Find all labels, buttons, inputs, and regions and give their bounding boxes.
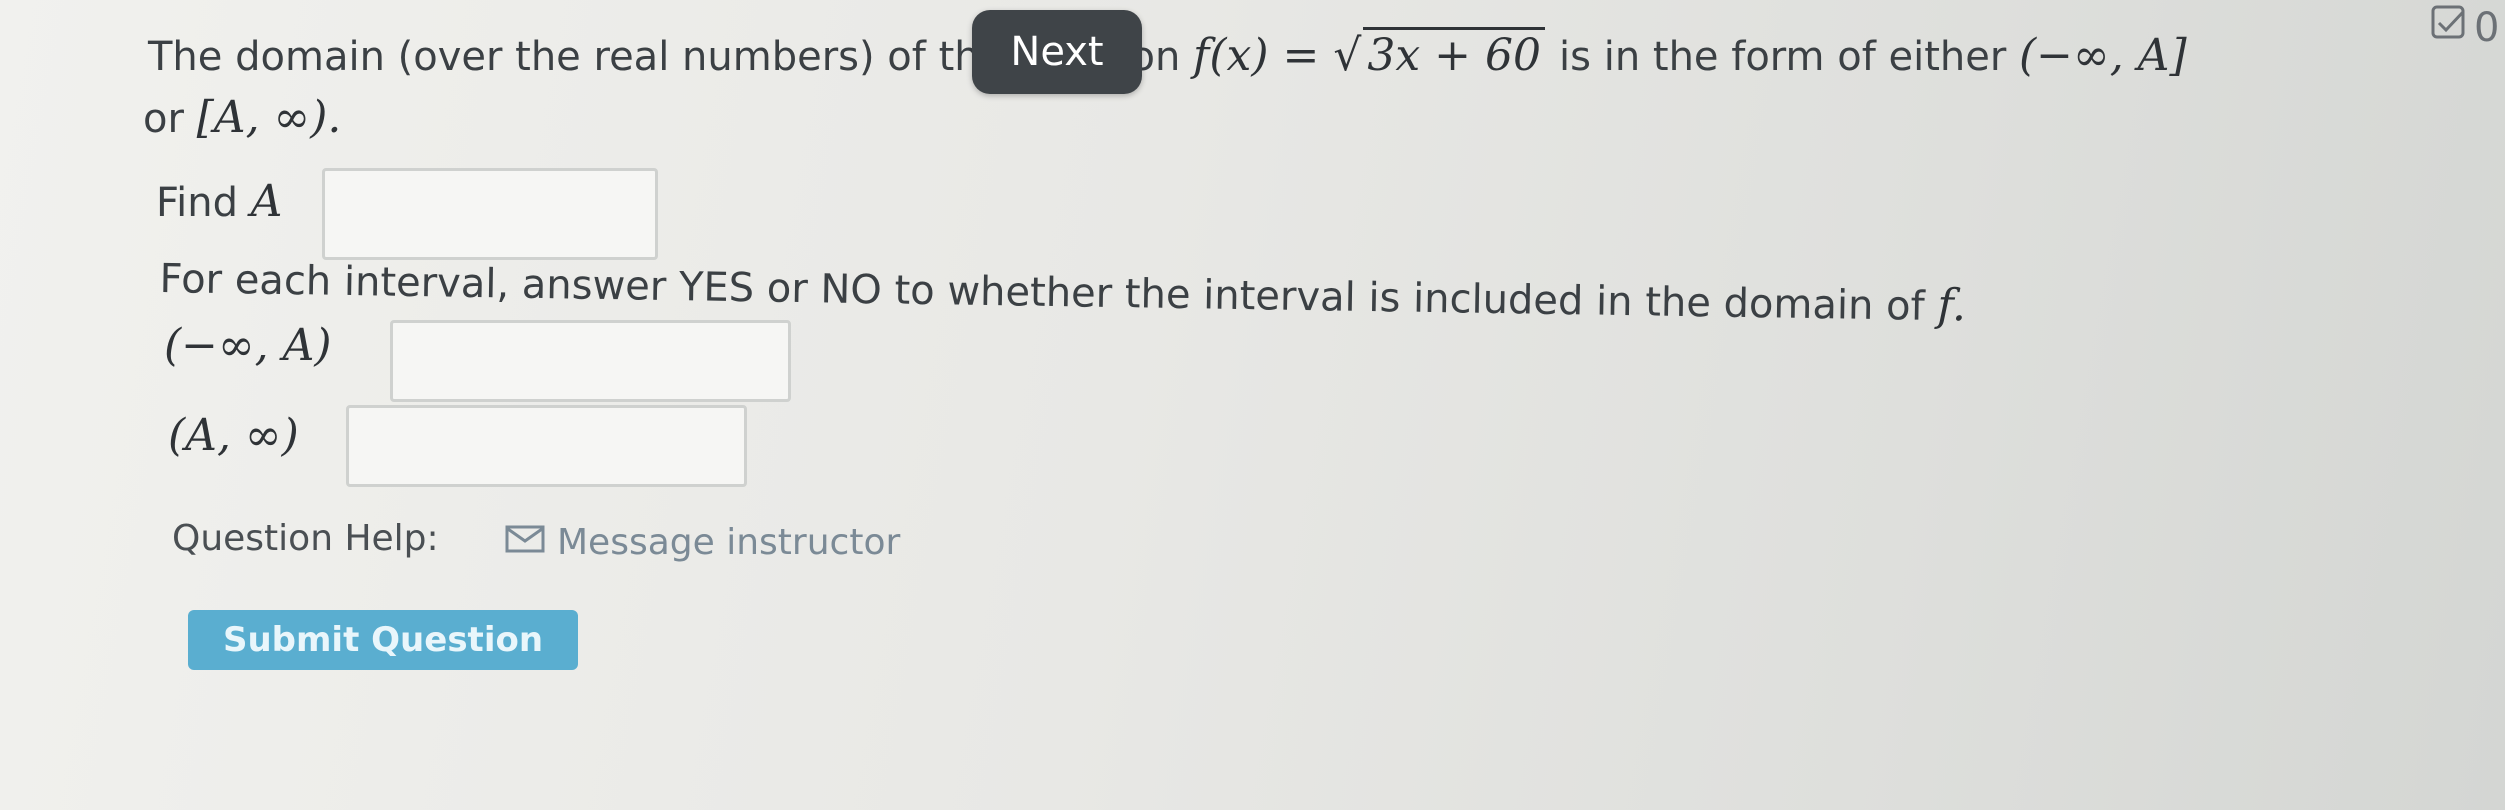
interval-left-form: (−∞, A] bbox=[2019, 30, 2187, 81]
function-lhs: f(x) = bbox=[1193, 30, 1320, 81]
score-indicator[interactable]: 0 bbox=[2430, 4, 2499, 52]
message-instructor-text: Message instructor bbox=[557, 522, 901, 563]
find-label: Find bbox=[156, 180, 238, 226]
score-text: 0 bbox=[2474, 5, 2500, 51]
instructions-variable: f. bbox=[1937, 279, 1967, 332]
question-line-1: The domain (over the real numbers) of th… bbox=[148, 27, 2187, 81]
form-text: is in the form of either bbox=[1559, 34, 2007, 80]
interval-2-label: (A, ∞) bbox=[168, 410, 299, 461]
interval-1-label: (−∞, A) bbox=[164, 320, 332, 371]
submit-question-button[interactable]: Submit Question bbox=[188, 610, 578, 670]
find-a-label: Find A bbox=[156, 176, 282, 227]
envelope-icon bbox=[505, 522, 545, 563]
function-radicand: 3x + 60 bbox=[1363, 27, 1546, 81]
find-variable: A bbox=[250, 176, 283, 227]
question-help-label: Question Help: bbox=[172, 518, 439, 559]
next-button[interactable]: Next bbox=[972, 10, 1142, 94]
or-text: or bbox=[143, 96, 184, 142]
sqrt-sign: √ bbox=[1333, 30, 1362, 81]
message-instructor-link[interactable]: Message instructor bbox=[505, 522, 900, 563]
interval-right-form: [A, ∞). bbox=[196, 92, 342, 143]
question-page: The domain (over the real numbers) of th… bbox=[0, 0, 2505, 810]
function-definition: f(x) = √ 3x + 60 bbox=[1193, 27, 1559, 81]
interval-1-answer-input[interactable] bbox=[390, 320, 791, 402]
interval-2-answer-input[interactable] bbox=[346, 405, 747, 487]
checkbox-icon bbox=[2430, 4, 2468, 52]
instructions-text: For each interval, answer YES or NO to w… bbox=[159, 255, 1926, 330]
question-line-2: or [A, ∞). bbox=[143, 92, 341, 143]
find-a-input[interactable] bbox=[322, 168, 658, 260]
